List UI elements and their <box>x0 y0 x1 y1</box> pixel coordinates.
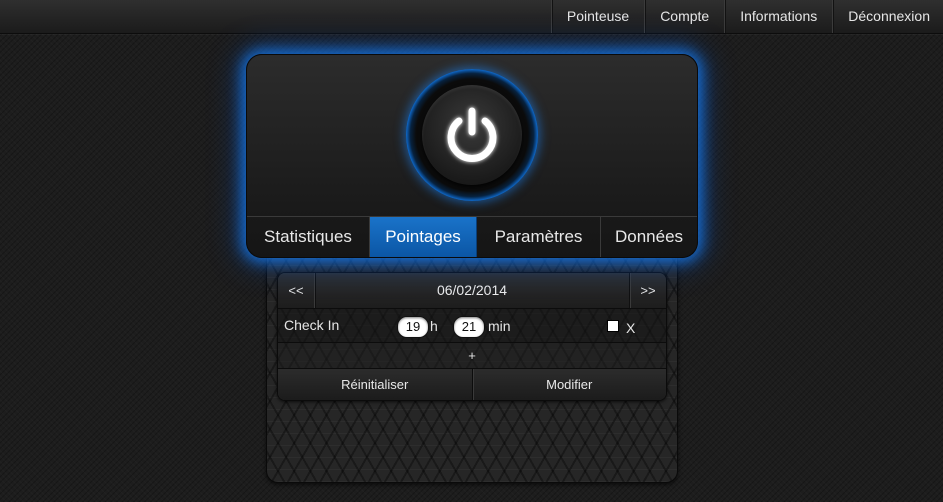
power-icon <box>447 107 497 162</box>
power-button-face[interactable] <box>422 85 522 185</box>
check-in-row: Check In h min X <box>278 309 666 343</box>
tab-parametres[interactable]: Paramètres <box>477 217 601 257</box>
entry-type-label: Check In <box>284 317 340 333</box>
pointage-card: << 06/02/2014 >> Check In h min X + Réin… <box>277 272 667 401</box>
minute-unit: min <box>488 318 511 334</box>
top-navigation-bar: Pointeuse Compte Informations Déconnexio… <box>0 0 943 34</box>
nav-item-compte[interactable]: Compte <box>644 0 724 33</box>
minute-input[interactable] <box>453 316 485 338</box>
power-button[interactable] <box>406 69 538 201</box>
current-date: 06/02/2014 <box>436 282 508 298</box>
content-panel: << 06/02/2014 >> Check In h min X + Réin… <box>266 252 678 483</box>
hour-unit: h <box>430 318 438 334</box>
header-panel: Statistiques Pointages Paramètres Donnée… <box>246 54 698 258</box>
nav-item-pointeuse[interactable]: Pointeuse <box>550 0 644 33</box>
tab-pointages[interactable]: Pointages <box>370 217 477 257</box>
next-day-button[interactable]: >> <box>629 273 666 308</box>
hour-input[interactable] <box>397 316 429 338</box>
tab-donnees[interactable]: Données <box>601 217 697 257</box>
action-bar: Réinitialiser Modifier <box>278 369 667 400</box>
reset-button[interactable]: Réinitialiser <box>278 369 473 400</box>
main-menu: Pointeuse Compte Informations Déconnexio… <box>550 0 943 33</box>
tab-statistiques[interactable]: Statistiques <box>247 217 370 257</box>
nav-item-deconnexion[interactable]: Déconnexion <box>832 0 943 33</box>
modify-button[interactable]: Modifier <box>473 369 667 400</box>
date-navigator: << 06/02/2014 >> <box>278 273 666 309</box>
previous-day-button[interactable]: << <box>278 273 315 308</box>
delete-checkbox[interactable] <box>607 320 619 332</box>
tab-bar: Statistiques Pointages Paramètres Donnée… <box>247 216 697 257</box>
add-entry-button[interactable]: + <box>278 343 666 369</box>
delete-label: X <box>626 320 636 336</box>
nav-item-informations[interactable]: Informations <box>724 0 832 33</box>
